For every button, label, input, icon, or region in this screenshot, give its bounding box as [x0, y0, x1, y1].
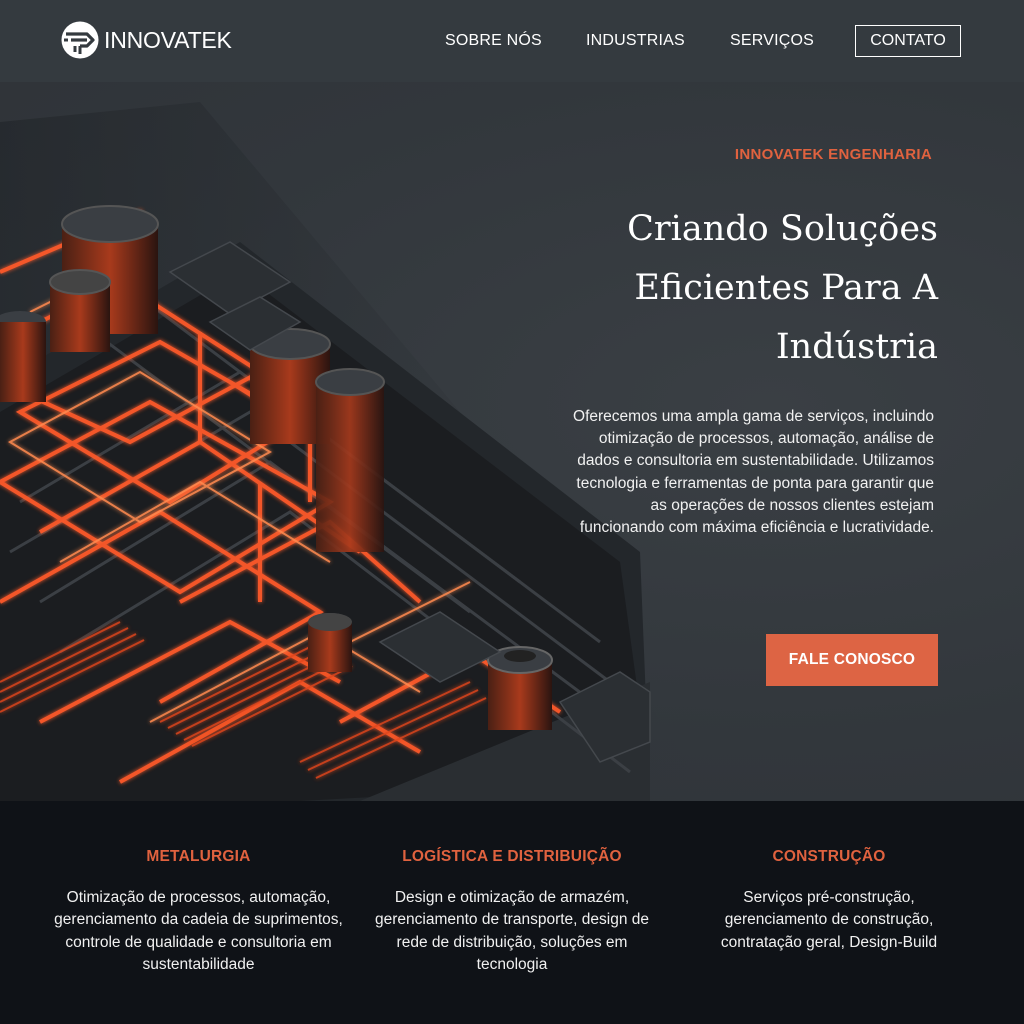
service-description: Otimização de processos, automação, gere…: [54, 889, 343, 974]
service-card-logistica: LOGÍSTICA E DISTRIBUIÇÃO Design e otimiz…: [368, 847, 656, 977]
innovatek-logo-icon: [61, 21, 99, 59]
nav-sobre-nos[interactable]: SOBRE NÓS: [445, 30, 542, 52]
brand-logo[interactable]: INNOVATEK: [60, 20, 232, 60]
fale-conosco-button[interactable]: FALE CONOSCO: [766, 634, 938, 686]
hero-eyebrow: INNOVATEK ENGENHARIA: [734, 146, 932, 163]
service-description: Serviços pré-construção, gerenciamento d…: [720, 889, 938, 951]
nav-industrias[interactable]: INDUSTRIAS: [586, 30, 685, 52]
service-card-construcao: CONSTRUÇÃO Serviços pré-construção, gere…: [696, 847, 962, 954]
site-header: INNOVATEK SOBRE NÓS INDUSTRIAS SERVIÇOS …: [0, 0, 1024, 82]
hero-title: Criando Soluções Eficientes Para A Indús…: [627, 209, 938, 367]
hero-description: Oferecemos uma ampla gama de serviços, i…: [573, 408, 934, 537]
nav-servicos[interactable]: SERVIÇOS: [730, 30, 814, 52]
service-title: METALURGIA: [146, 848, 251, 865]
service-card-metalurgia: METALURGIA Otimização de processos, auto…: [50, 847, 347, 977]
service-title: CONSTRUÇÃO: [772, 848, 886, 865]
brand-name: INNOVATEK: [104, 26, 232, 53]
services-section: METALURGIA Otimização de processos, auto…: [0, 801, 1024, 1024]
service-description: Design e otimização de armazém, gerencia…: [374, 889, 649, 974]
hero-section: INNOVATEK ENGENHARIA Criando Soluções Ef…: [0, 82, 1024, 801]
nav-contato-button[interactable]: CONTATO: [855, 25, 961, 57]
service-title: LOGÍSTICA E DISTRIBUIÇÃO: [402, 848, 622, 865]
